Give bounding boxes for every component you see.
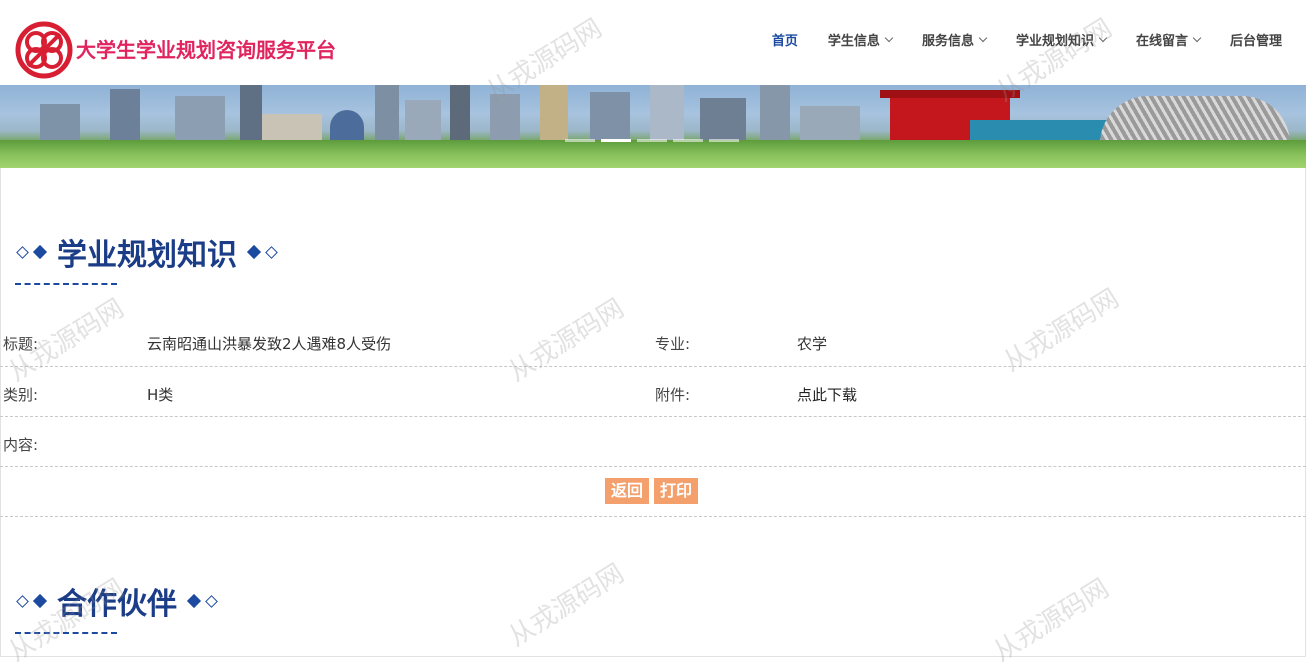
- banner-building: [490, 94, 520, 144]
- banner-pavilion-roof: [880, 90, 1020, 98]
- section-heading-partners: 合作伙伴: [16, 579, 218, 623]
- content-label: 内容:: [3, 436, 39, 454]
- carousel-dot[interactable]: [709, 139, 739, 142]
- title-label: 标题:: [3, 335, 39, 353]
- diamond-filled-icon: [186, 593, 202, 609]
- nav-item-label: 学生信息: [827, 34, 880, 49]
- nav-item-label: 学业规划知识: [1015, 34, 1094, 49]
- banner-building: [540, 85, 568, 144]
- carousel-indicators: [565, 139, 745, 142]
- diamond-filled-icon: [32, 593, 48, 609]
- title-value: 云南昭通山洪暴发致2人遇难8人受伤: [147, 335, 392, 353]
- banner-building: [375, 85, 399, 144]
- category-label: 类别:: [3, 386, 39, 404]
- detail-row-actions: [0, 467, 1306, 517]
- nav-item-admin[interactable]: 后台管理: [1230, 30, 1282, 49]
- nav-item-home[interactable]: 首页: [772, 30, 798, 49]
- banner-building: [590, 92, 630, 144]
- banner-building: [240, 85, 262, 144]
- section-underline: [15, 632, 117, 634]
- site-title[interactable]: 大学生学业规划咨询服务平台: [76, 34, 336, 63]
- diamond-filled-icon: [32, 244, 48, 260]
- attachment-download-link[interactable]: 点此下载: [797, 384, 857, 405]
- diamond-outline-icon: [205, 594, 218, 608]
- banner-building: [405, 100, 441, 144]
- carousel-dot[interactable]: [637, 139, 667, 142]
- section-underline: [15, 283, 117, 285]
- banner-grass: [0, 140, 1306, 168]
- chevron-down-icon: [884, 33, 894, 42]
- category-value: H类: [147, 386, 174, 404]
- chevron-down-icon: [1192, 33, 1202, 42]
- nav-item-label: 后台管理: [1229, 34, 1282, 49]
- banner-building: [700, 98, 746, 144]
- nav-item-service-info[interactable]: 服务信息: [921, 30, 988, 49]
- banner-building: [450, 85, 470, 144]
- nav-item-label: 首页: [771, 34, 798, 49]
- section-title: 学业规划知识: [57, 238, 237, 273]
- section-heading-knowledge: 学业规划知识: [16, 230, 278, 274]
- diamond-outline-icon: [16, 594, 29, 608]
- detail-row-title: 标题: 云南昭通山洪暴发致2人遇难8人受伤 专业: 农学: [0, 316, 1306, 367]
- nav-item-planning-knowledge[interactable]: 学业规划知识: [1015, 30, 1108, 49]
- site-header: 大学生学业规划咨询服务平台 首页 学生信息 服务信息 学业规划知识 在线留言 后…: [0, 0, 1306, 85]
- attachment-label: 附件:: [655, 386, 691, 404]
- carousel-dot[interactable]: [565, 139, 595, 142]
- banner-building: [650, 85, 684, 144]
- interlocking-rings-logo-icon[interactable]: [14, 20, 74, 80]
- major-label: 专业:: [655, 335, 691, 353]
- diamond-outline-icon: [16, 245, 29, 259]
- nav-item-student-info[interactable]: 学生信息: [827, 30, 894, 49]
- print-button[interactable]: 打印: [654, 478, 699, 504]
- banner-stadium: [1100, 96, 1290, 144]
- detail-row-content: 内容:: [0, 417, 1306, 467]
- main-nav: 首页 学生信息 服务信息 学业规划知识 在线留言 后台管理: [742, 30, 1282, 49]
- diamond-filled-icon: [246, 244, 262, 260]
- back-button[interactable]: 返回: [605, 478, 650, 504]
- chevron-down-icon: [1098, 33, 1108, 42]
- banner-building: [760, 85, 790, 144]
- nav-item-online-message[interactable]: 在线留言: [1135, 30, 1202, 49]
- section-title: 合作伙伴: [57, 587, 177, 622]
- detail-row-category: 类别: H类 附件: 点此下载: [0, 367, 1306, 417]
- banner-building: [175, 96, 225, 144]
- carousel-dot-active[interactable]: [601, 139, 631, 142]
- banner-building: [330, 110, 364, 144]
- chevron-down-icon: [978, 33, 988, 42]
- diamond-outline-icon: [265, 245, 278, 259]
- nav-item-label: 服务信息: [921, 34, 974, 49]
- banner-building: [800, 106, 860, 144]
- nav-item-label: 在线留言: [1135, 34, 1188, 49]
- banner-carousel[interactable]: [0, 85, 1306, 168]
- major-value: 农学: [797, 335, 828, 353]
- banner-building: [40, 104, 80, 144]
- banner-building: [110, 89, 140, 144]
- carousel-dot[interactable]: [673, 139, 703, 142]
